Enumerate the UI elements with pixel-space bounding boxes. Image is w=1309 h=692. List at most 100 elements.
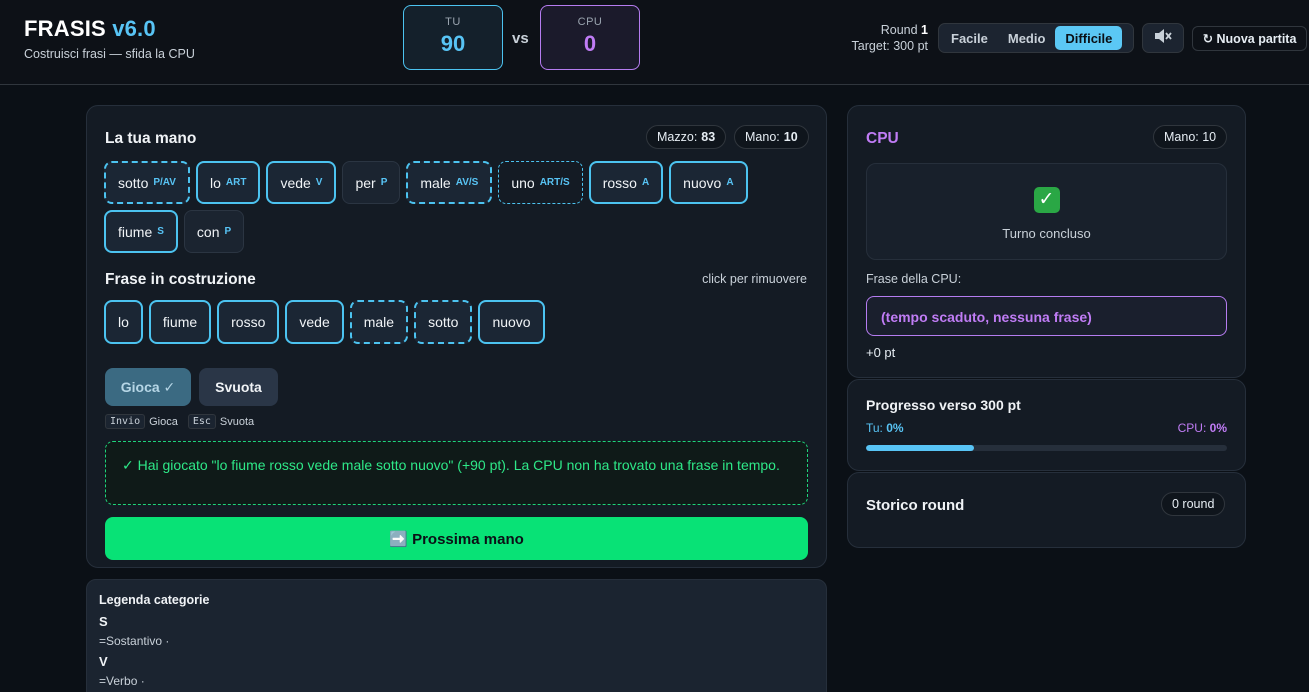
hand-count: 10 (783, 130, 798, 144)
hand-tile[interactable]: rosso A (588, 161, 664, 204)
esc-key-label: Svuota (219, 415, 255, 428)
tile-category: A (726, 177, 734, 188)
progress-bar (866, 445, 1227, 451)
difficulty-hard-button[interactable]: Difficile (1055, 26, 1123, 50)
tile-category: S (157, 226, 164, 237)
result-message: ✓ Hai giocato "lo fiume rosso vede male … (105, 441, 808, 505)
history-panel: Storico round 0 round (847, 472, 1246, 548)
tile-word: lo (209, 174, 221, 191)
sentence-word[interactable]: sotto (414, 300, 473, 344)
progress-player: Tu: 0% (866, 421, 904, 435)
tile-word: rosso (602, 174, 637, 191)
difficulty-easy-button[interactable]: Facile (941, 26, 998, 50)
target-label: Target: 300 pt (851, 39, 928, 53)
hand-tile[interactable]: per P (342, 161, 401, 204)
tile-word: sotto (118, 174, 149, 191)
hand-tile[interactable]: sotto P/AV (104, 161, 190, 204)
cpu-score-label: CPU (577, 16, 603, 28)
sentence-word[interactable]: male (349, 300, 409, 344)
app-title: FRASIS v6.0 (24, 16, 195, 42)
deck-count: 83 (701, 130, 716, 144)
player-score-value: 90 (440, 31, 466, 56)
progress-cpu: CPU: 0% (1178, 421, 1227, 435)
deck-count-badge: Mazzo: 83 (646, 125, 727, 149)
difficulty-medium-button[interactable]: Medio (998, 26, 1056, 50)
play-button[interactable]: Gioca ✓ (105, 368, 191, 406)
progress-title: Progresso verso 300 pt (866, 397, 1021, 413)
difficulty-selector: Facile Medio Difficile (938, 23, 1134, 53)
check-mark-icon: ✓ (1033, 187, 1060, 213)
tile-word: male (420, 174, 451, 191)
app-name: FRASIS (24, 16, 106, 41)
sentence-word[interactable]: lo (104, 300, 143, 344)
sentence-word[interactable]: vede (285, 300, 344, 344)
sentence-title: Frase in costruzione (105, 271, 256, 288)
sentence-word[interactable]: fiume (148, 300, 212, 344)
cpu-score-card: CPU 0 (540, 5, 640, 70)
cpu-hand-badge: Mano: 10 (1153, 125, 1228, 149)
app-subtitle: Costruisci frasi — sfida la CPU (24, 47, 195, 61)
legend-key: S (99, 614, 108, 629)
clear-button[interactable]: Svuota (199, 368, 278, 406)
player-score-card: TU 90 (403, 5, 503, 70)
tile-word: fiume (118, 223, 153, 240)
round-value: 1 (921, 23, 928, 37)
brand: FRASIS v6.0 Costruisci frasi — sfida la … (24, 16, 195, 61)
hand-title: La tua mano (105, 130, 197, 147)
esc-key: Esc (187, 414, 216, 429)
enter-key-label: Gioca (149, 415, 178, 428)
hand-tile[interactable]: male AV/S (406, 161, 493, 204)
tile-word: vede (280, 174, 311, 191)
hand-tile[interactable]: con P (183, 210, 245, 253)
cpu-title: CPU (866, 130, 899, 147)
sentence-tiles: lo fiume rosso vede male sotto nuovo (104, 300, 804, 344)
legend-desc: =Verbo · (99, 674, 145, 688)
versus-label: vs (512, 30, 529, 47)
progress-player-label: Tu: (866, 421, 883, 435)
hand-tile[interactable]: vede V (266, 161, 337, 204)
enter-key: Invio (105, 414, 146, 429)
legend-key: V (99, 654, 108, 669)
tile-category: P (224, 226, 232, 237)
progress-player-pct: 0% (886, 421, 904, 435)
hand-label: Mano: (745, 130, 780, 144)
deck-label: Mazzo: (657, 130, 698, 144)
keyboard-shortcuts: Invio Gioca Esc Svuota (105, 414, 254, 429)
hand-tiles: sotto P/AV lo ART vede V per P male AV/S uno A… (104, 161, 804, 253)
hand-tile[interactable]: nuovo A (669, 161, 748, 204)
hand-tile[interactable]: uno ART/S (498, 161, 583, 204)
cpu-score-value: 0 (583, 31, 597, 56)
next-hand-button[interactable]: ➡️ Prossima mano (105, 517, 808, 560)
round-info: Round 1 Target: 300 pt (852, 22, 928, 54)
round-label: Round (880, 23, 918, 37)
sentence-word[interactable]: rosso (217, 300, 280, 344)
progress-cpu-pct: 0% (1209, 421, 1227, 435)
progress-panel: Progresso verso 300 pt Tu: 0% CPU: 0% (847, 379, 1246, 471)
cpu-status-box: ✓ Turno concluso (866, 163, 1227, 260)
sound-toggle-button[interactable] (1142, 23, 1184, 53)
tile-category: AV/S (455, 177, 479, 188)
progress-cpu-label: CPU: (1177, 421, 1207, 435)
tile-category: ART/S (539, 177, 570, 188)
hand-tile[interactable]: lo ART (195, 161, 261, 204)
tile-category: A (641, 177, 650, 188)
cpu-panel: CPU Mano: 10 ✓ Turno concluso Frase dell… (847, 105, 1246, 378)
progress-bar-fill (866, 445, 975, 451)
cpu-phrase-label: Frase della CPU: (866, 272, 962, 286)
hand-tile[interactable]: fiume S (104, 210, 178, 253)
cpu-phrase: (tempo scaduto, nessuna frase) (866, 296, 1227, 336)
tile-category: P/AV (153, 177, 176, 188)
player-score-label: TU (445, 16, 461, 28)
category-legend: Legenda categorie S =Sostantivo · V =Ver… (86, 579, 827, 692)
sentence-word[interactable]: nuovo (478, 300, 545, 344)
cpu-status-text: Turno concluso (1002, 226, 1091, 241)
history-count-badge: 0 round (1161, 492, 1226, 516)
legend-desc: =Sostantivo · (99, 634, 170, 648)
tile-word: nuovo (683, 174, 722, 191)
tile-word: con (196, 223, 220, 240)
new-game-button[interactable]: ↻ Nuova partita (1192, 26, 1307, 51)
tile-word: uno (511, 174, 535, 191)
top-bar: FRASIS v6.0 Costruisci frasi — sfida la … (0, 0, 1309, 85)
app-version: v6.0 (112, 16, 156, 41)
hand-count-badge: Mano: 10 (734, 125, 809, 149)
